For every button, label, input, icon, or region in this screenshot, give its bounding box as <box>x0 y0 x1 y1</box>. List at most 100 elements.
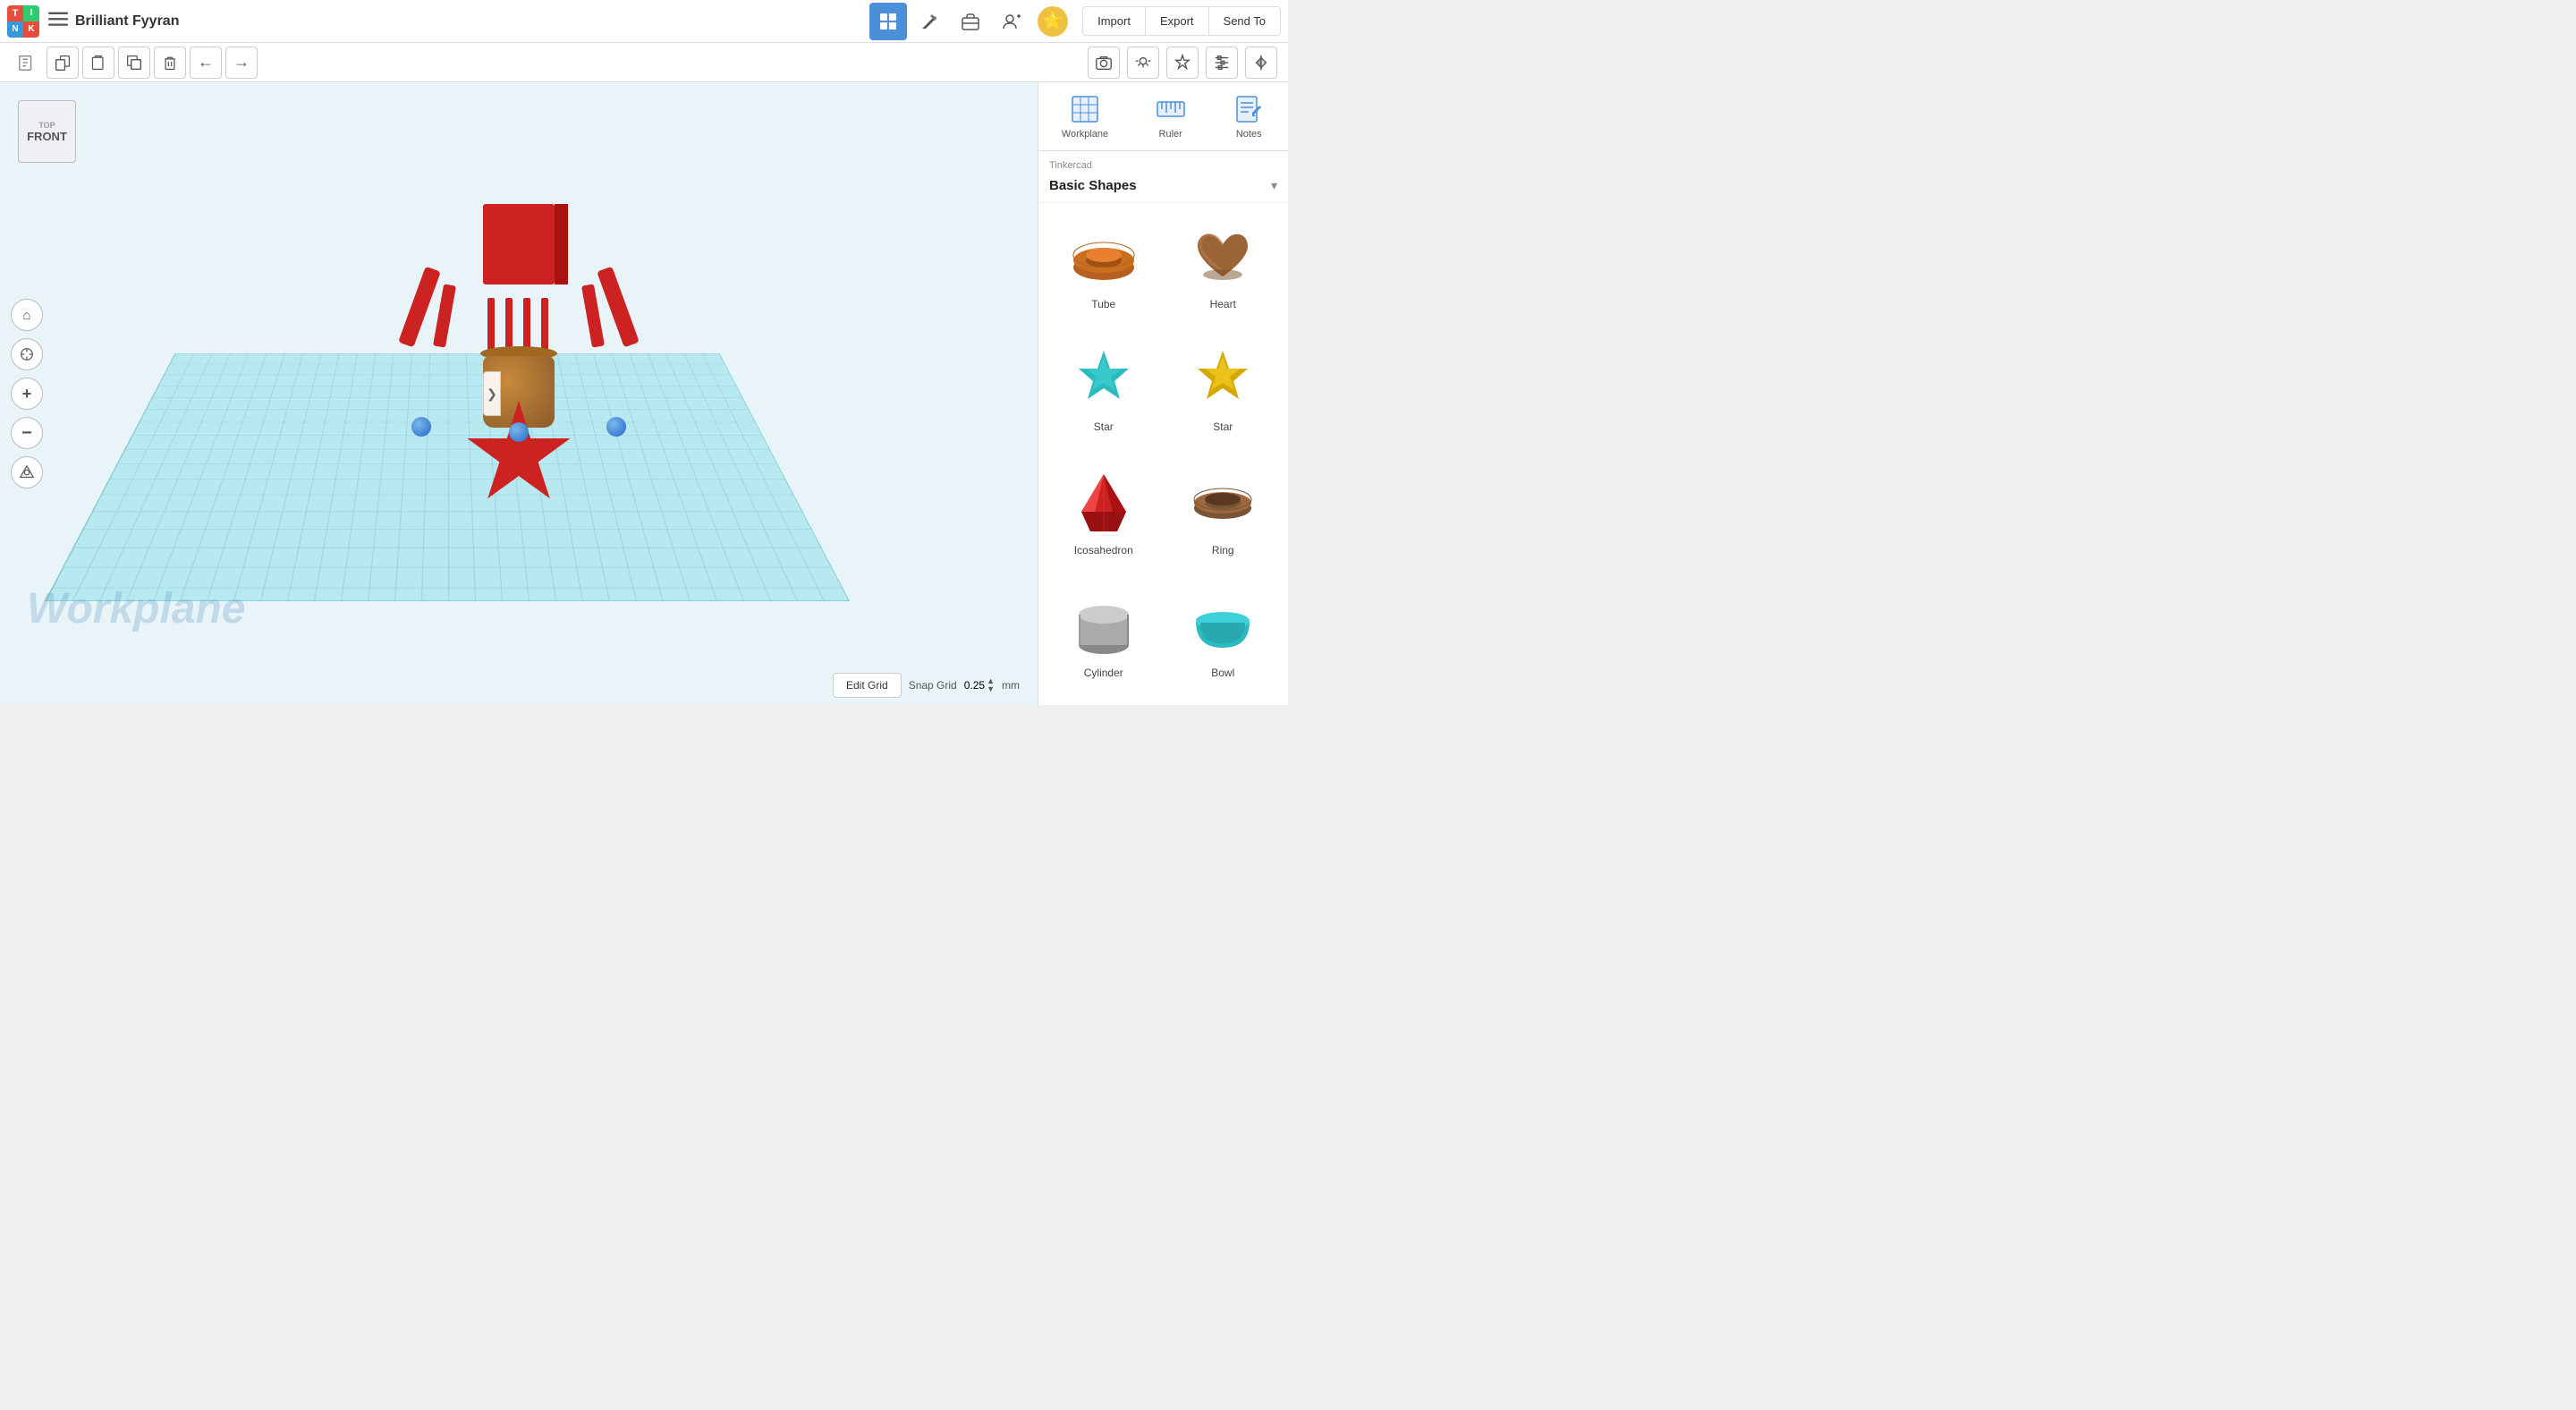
ring-icon-area <box>1187 467 1258 539</box>
camera-button[interactable] <box>1088 47 1120 79</box>
zoomout-tool[interactable]: − <box>11 417 43 449</box>
icosahedron-icon-area <box>1068 467 1140 539</box>
sphere-left <box>411 417 431 437</box>
star-cyan-label: Star <box>1094 420 1114 433</box>
tube-label: Tube <box>1091 298 1115 310</box>
shape-ring[interactable]: Ring <box>1169 460 1278 572</box>
ruler-tab-label: Ruler <box>1159 129 1182 140</box>
view-tool[interactable] <box>11 456 43 488</box>
pickaxe-btn[interactable] <box>911 3 948 40</box>
snap-value: 0.25 <box>964 679 985 692</box>
star-yellow-icon-area <box>1187 344 1258 415</box>
undo-button[interactable]: ← <box>190 47 222 79</box>
sendto-button[interactable]: Send To <box>1209 6 1281 36</box>
project-title: Brilliant Fyyran <box>75 13 869 30</box>
logo-cell-k: K <box>23 21 39 38</box>
shapes-button[interactable] <box>1166 47 1199 79</box>
briefcase-btn[interactable] <box>952 3 989 40</box>
notes-icon <box>1233 93 1265 125</box>
delete-button[interactable] <box>154 47 186 79</box>
shape-star-cyan[interactable]: Star <box>1049 336 1158 448</box>
shapes-header: Tinkercad Basic Shapes ▾ <box>1038 151 1288 203</box>
shape-cylinder[interactable]: Cylinder <box>1049 582 1158 694</box>
arm-left2 <box>433 284 456 347</box>
shapes-category-label: Tinkercad <box>1049 160 1277 171</box>
right-panel-top: Workplane Ruler <box>1038 82 1288 151</box>
menu-icon[interactable] <box>48 9 68 33</box>
sphere-front <box>509 422 529 442</box>
ruler-icon <box>1155 93 1187 125</box>
left-sidebar: ⌂ + − <box>11 299 43 488</box>
shapes-grid: Tube Heart <box>1038 203 1288 705</box>
shape-heart[interactable]: Heart <box>1169 214 1278 326</box>
cube-indicator[interactable]: TOP FRONT <box>18 100 76 163</box>
workplane-tab[interactable]: Workplane <box>1051 89 1119 143</box>
logo-cell-n: N <box>7 21 23 38</box>
shapes-category-name: Basic Shapes <box>1049 178 1137 193</box>
new-button[interactable] <box>11 47 43 79</box>
workplane-icon <box>1069 93 1101 125</box>
arm-right <box>597 267 640 348</box>
ruler-tab[interactable]: Ruler <box>1144 89 1198 143</box>
collapse-panel-arrow[interactable]: ❯ <box>483 371 501 416</box>
flip-button[interactable] <box>1245 47 1277 79</box>
red-box-side <box>555 204 568 285</box>
shapes-category-select[interactable]: Basic Shapes ▾ <box>1049 174 1277 197</box>
tube-icon-area <box>1068 221 1140 293</box>
snap-label: Snap Grid <box>909 679 957 692</box>
snap-value-container: 0.25 ▲ ▼ <box>964 677 995 693</box>
redo-button[interactable]: → <box>225 47 258 79</box>
copy-button[interactable] <box>47 47 79 79</box>
app-logo[interactable]: T I N K <box>7 5 39 38</box>
3d-model[interactable] <box>385 195 653 481</box>
right-panel: Workplane Ruler <box>1038 82 1288 705</box>
shape-star-yellow[interactable]: Star <box>1169 336 1278 448</box>
bowl-icon-area <box>1187 590 1258 661</box>
workplane-label: Workplane <box>27 584 246 633</box>
logo-cell-t: T <box>7 5 23 21</box>
sphere-right <box>606 417 626 437</box>
zoomin-tool[interactable]: + <box>11 378 43 410</box>
arm-right2 <box>581 284 605 347</box>
snap-arrows[interactable]: ▲ ▼ <box>987 677 995 693</box>
viewport[interactable]: TOP FRONT ⌂ + − <box>0 82 1038 705</box>
home-tool[interactable]: ⌂ <box>11 299 43 331</box>
light-button[interactable] <box>1127 47 1159 79</box>
duplicate-button[interactable] <box>118 47 150 79</box>
notes-tab[interactable]: Notes <box>1222 89 1275 143</box>
icosahedron-label: Icosahedron <box>1074 544 1133 556</box>
heart-icon-area <box>1187 221 1258 293</box>
align-button[interactable] <box>1206 47 1238 79</box>
star-cyan-icon-area <box>1068 344 1140 415</box>
shape-tube[interactable]: Tube <box>1049 214 1158 326</box>
toolbar: ← → <box>0 43 1288 82</box>
grid-view-btn[interactable] <box>869 3 907 40</box>
pikachu-btn[interactable]: ⭐ <box>1034 3 1072 40</box>
cylinder-icon-area <box>1068 590 1140 661</box>
bowl-label: Bowl <box>1211 667 1234 679</box>
shape-icosahedron[interactable]: Icosahedron <box>1049 460 1158 572</box>
snap-down-arrow[interactable]: ▼ <box>987 685 995 693</box>
cylinder-label: Cylinder <box>1084 667 1123 679</box>
select-tool[interactable] <box>11 338 43 370</box>
logo-cell-i: I <box>23 5 39 21</box>
topbar: T I N K Brilliant Fyyran <box>0 0 1288 43</box>
workplane-tab-label: Workplane <box>1062 129 1108 140</box>
edit-grid-button[interactable]: Edit Grid <box>833 673 902 698</box>
bottom-bar: Edit Grid Snap Grid 0.25 ▲ ▼ mm <box>833 673 1020 698</box>
export-button[interactable]: Export <box>1145 6 1209 36</box>
notes-tab-label: Notes <box>1236 129 1262 140</box>
shape-bowl[interactable]: Bowl <box>1169 582 1278 694</box>
main-content: TOP FRONT ⌂ + − <box>0 82 1288 705</box>
paste-button[interactable] <box>82 47 114 79</box>
snap-unit: mm <box>1002 679 1020 692</box>
user-add-btn[interactable] <box>993 3 1030 40</box>
topbar-right: ⭐ Import Export Send To <box>869 3 1281 40</box>
red-box <box>483 204 555 285</box>
heart-label: Heart <box>1210 298 1236 310</box>
import-export-area: Import Export Send To <box>1082 6 1281 36</box>
import-button[interactable]: Import <box>1082 6 1145 36</box>
shapes-dropdown-arrow[interactable]: ▾ <box>1271 178 1277 193</box>
ring-label: Ring <box>1212 544 1234 556</box>
workplane-area[interactable]: Workplane <box>0 82 1038 651</box>
